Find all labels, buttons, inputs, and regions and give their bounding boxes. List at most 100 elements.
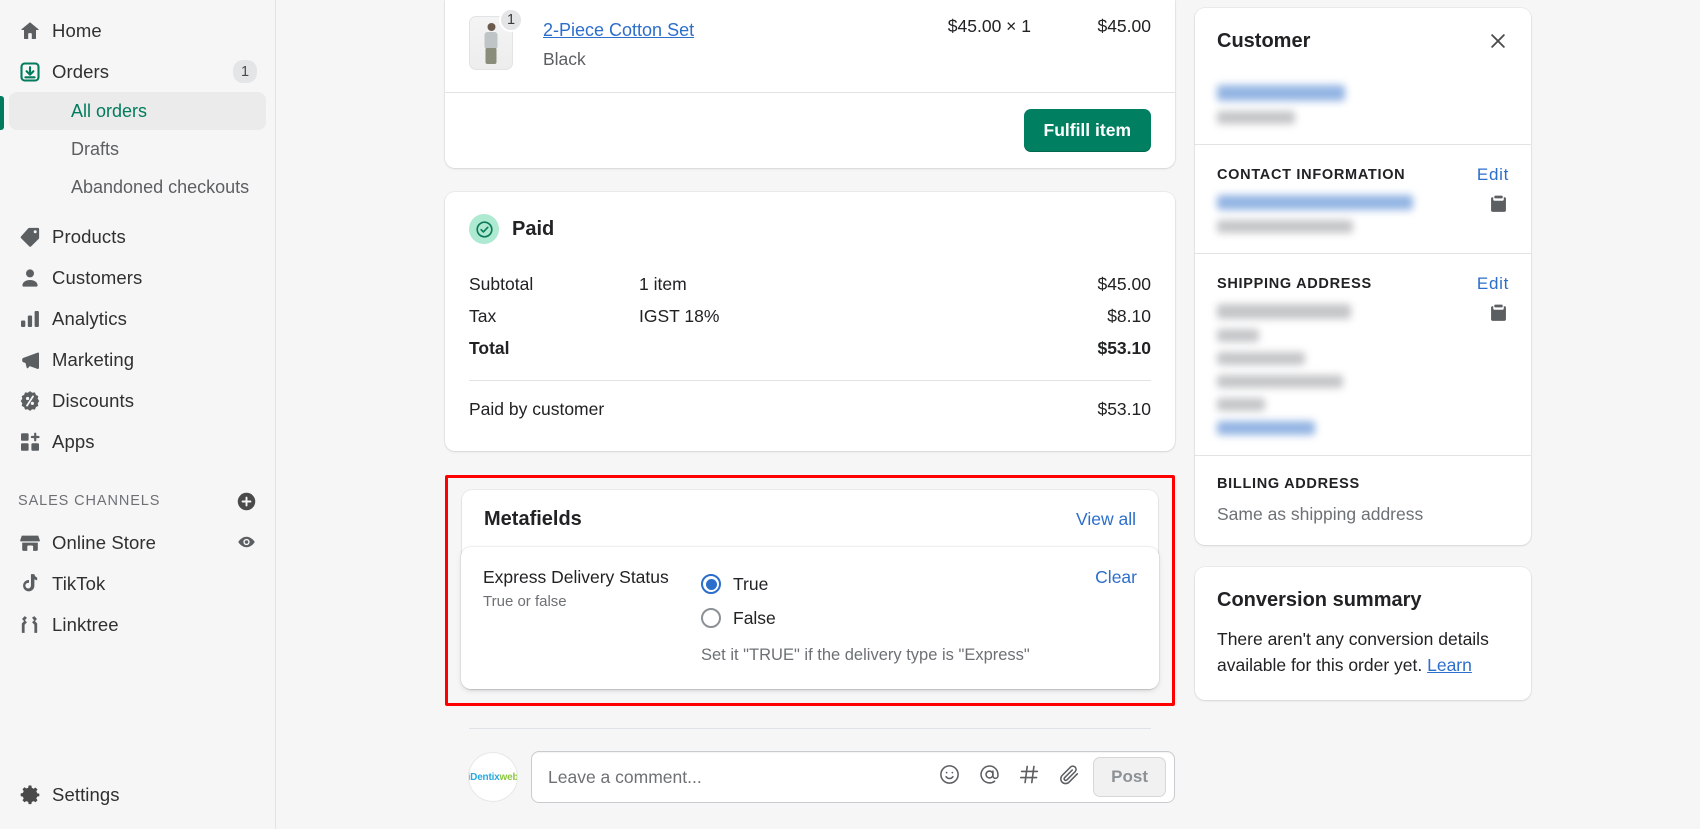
customer-identity-section xyxy=(1195,85,1531,145)
customer-name-redacted[interactable] xyxy=(1217,85,1345,101)
fulfill-footer: Fulfill item xyxy=(445,92,1175,168)
metafield-controls: True False Set it "TRUE" if the delivery… xyxy=(701,567,1095,665)
billing-address-section: BILLING ADDRESS Same as shipping address xyxy=(1195,456,1531,545)
metafield-clear-link[interactable]: Clear xyxy=(1095,567,1137,588)
sidebar-item-drafts[interactable]: Drafts xyxy=(9,130,266,168)
customer-card-header: Customer xyxy=(1195,8,1531,75)
products-tag-icon xyxy=(18,225,52,249)
discounts-percent-icon xyxy=(18,389,52,413)
hashtag-icon[interactable] xyxy=(1018,763,1041,791)
sidebar-item-apps[interactable]: Apps xyxy=(9,421,266,462)
sidebar-item-label: Settings xyxy=(52,783,120,805)
sidebar-item-label: Orders xyxy=(52,60,110,82)
summary-label: Subtotal xyxy=(469,273,534,294)
avatar: iDentix web xyxy=(469,753,517,801)
post-comment-button[interactable]: Post xyxy=(1093,757,1166,797)
sidebar-item-label: Online Store xyxy=(52,531,157,553)
sidebar-item-orders[interactable]: Orders 1 xyxy=(9,51,266,92)
quantity-badge: 1 xyxy=(499,8,523,32)
summary-label: Tax xyxy=(469,305,497,326)
main-sidebar: Home Orders 1 All orders Drafts Abandone… xyxy=(0,0,276,829)
eye-icon[interactable] xyxy=(236,532,257,553)
contact-information-section: CONTACT INFORMATION Edit xyxy=(1195,145,1531,254)
shipping-view-map-link-redacted[interactable] xyxy=(1217,421,1315,435)
line-item-unit-price: $45.00 × 1 xyxy=(947,16,1031,36)
customer-email-redacted[interactable] xyxy=(1217,195,1413,210)
sidebar-item-abandoned-checkouts[interactable]: Abandoned checkouts xyxy=(9,168,266,206)
metafields-highlight-box: Metafields View all Express Delivery Sta… xyxy=(445,475,1175,706)
product-variant: Black xyxy=(543,49,586,69)
mention-at-icon[interactable] xyxy=(978,763,1001,791)
sidebar-item-online-store[interactable]: Online Store xyxy=(9,522,266,563)
shipping-line-1-redacted xyxy=(1217,304,1351,319)
sidebar-item-label: Marketing xyxy=(52,348,135,370)
sidebar-item-all-orders[interactable]: All orders xyxy=(9,92,266,130)
billing-address-label: BILLING ADDRESS xyxy=(1217,476,1509,492)
conversion-summary-text: There aren't any conversion details avai… xyxy=(1217,626,1509,678)
sales-channels-header: SALES CHANNELS xyxy=(9,484,266,518)
attachment-paperclip-icon[interactable] xyxy=(1058,763,1081,791)
clipboard-copy-icon[interactable] xyxy=(1488,193,1509,219)
metafield-type: True or false xyxy=(483,593,567,610)
emoji-icon[interactable] xyxy=(938,763,961,791)
sidebar-item-products[interactable]: Products xyxy=(9,216,266,257)
main-content: 1 2-Piece Cotton Set Black $45.00 × 1 $4… xyxy=(276,0,1700,829)
storefront-icon xyxy=(18,531,52,555)
radio-option-false[interactable]: False xyxy=(701,601,1095,635)
close-icon[interactable] xyxy=(1487,30,1509,57)
contact-edit-link[interactable]: Edit xyxy=(1477,165,1509,185)
billing-address-heading: BILLING ADDRESS xyxy=(1217,476,1360,492)
customer-phone-redacted xyxy=(1217,220,1353,233)
clipboard-copy-icon[interactable] xyxy=(1488,302,1509,328)
shipping-line-3-redacted xyxy=(1217,352,1305,365)
sidebar-item-label: Discounts xyxy=(52,389,135,411)
radio-true-input[interactable] xyxy=(701,574,721,594)
shipping-body xyxy=(1217,294,1509,435)
sidebar-item-analytics[interactable]: Analytics xyxy=(9,298,266,339)
sidebar-item-label: Linktree xyxy=(52,613,119,635)
sidebar-item-customers[interactable]: Customers xyxy=(9,257,266,298)
orders-count-badge: 1 xyxy=(233,60,257,83)
sidebar-item-marketing[interactable]: Marketing xyxy=(9,339,266,380)
radio-option-true[interactable]: True xyxy=(701,567,1095,601)
payment-status-label: Paid xyxy=(512,217,555,240)
linktree-icon xyxy=(18,613,52,636)
customer-panel-title: Customer xyxy=(1217,30,1311,52)
sales-channels-label: SALES CHANNELS xyxy=(18,493,161,509)
line-item-row: 1 2-Piece Cotton Set Black $45.00 × 1 $4… xyxy=(445,0,1175,92)
sidebar-item-home[interactable]: Home xyxy=(9,10,266,51)
summary-row-subtotal: Subtotal 1 item $45.00 xyxy=(469,268,1151,300)
shipping-line-2-redacted xyxy=(1217,329,1259,342)
conversion-summary-card: Conversion summary There aren't any conv… xyxy=(1195,567,1531,700)
sidebar-item-label: Products xyxy=(52,225,126,247)
comment-input[interactable]: Leave a comment... xyxy=(548,767,938,788)
plus-circle-icon[interactable] xyxy=(236,491,257,512)
radio-false-input[interactable] xyxy=(701,608,721,628)
summary-value: $45.00 xyxy=(1097,273,1151,294)
sidebar-item-label: Analytics xyxy=(52,307,127,329)
payment-status-header: Paid xyxy=(469,214,1151,244)
sidebar-item-tiktok[interactable]: TikTok xyxy=(9,563,266,604)
metafields-title: Metafields xyxy=(484,508,582,530)
fulfill-item-button[interactable]: Fulfill item xyxy=(1023,109,1151,152)
sidebar-item-label: Apps xyxy=(52,430,95,452)
shipping-line-4-redacted xyxy=(1217,375,1343,388)
radio-false-label: False xyxy=(733,607,776,628)
shipping-edit-link[interactable]: Edit xyxy=(1477,274,1509,294)
sidebar-item-discounts[interactable]: Discounts xyxy=(9,380,266,421)
sidebar-item-label: Home xyxy=(52,19,102,41)
metafields-view-all-link[interactable]: View all xyxy=(1076,509,1136,530)
product-name-link[interactable]: 2-Piece Cotton Set xyxy=(543,18,694,42)
metafield-row: Express Delivery Status True or false Tr… xyxy=(461,547,1159,689)
sidebar-item-linktree[interactable]: Linktree xyxy=(9,604,266,645)
avatar-text-secondary: web xyxy=(499,771,517,783)
active-indicator-bar xyxy=(0,96,4,130)
comment-input-wrapper[interactable]: Leave a comment... Post xyxy=(531,751,1175,803)
sidebar-item-settings[interactable]: Settings xyxy=(9,774,266,815)
metafields-header: Metafields View all xyxy=(462,490,1158,547)
sidebar-item-label: Customers xyxy=(52,266,143,288)
sidebar-item-label: TikTok xyxy=(52,572,106,594)
customer-panel-column: Customer CONTACT INFORMATION Edit SHIPPI… xyxy=(1195,0,1531,829)
customer-card: Customer CONTACT INFORMATION Edit SHIPPI… xyxy=(1195,8,1531,545)
conversion-learn-link[interactable]: Learn xyxy=(1427,655,1472,675)
